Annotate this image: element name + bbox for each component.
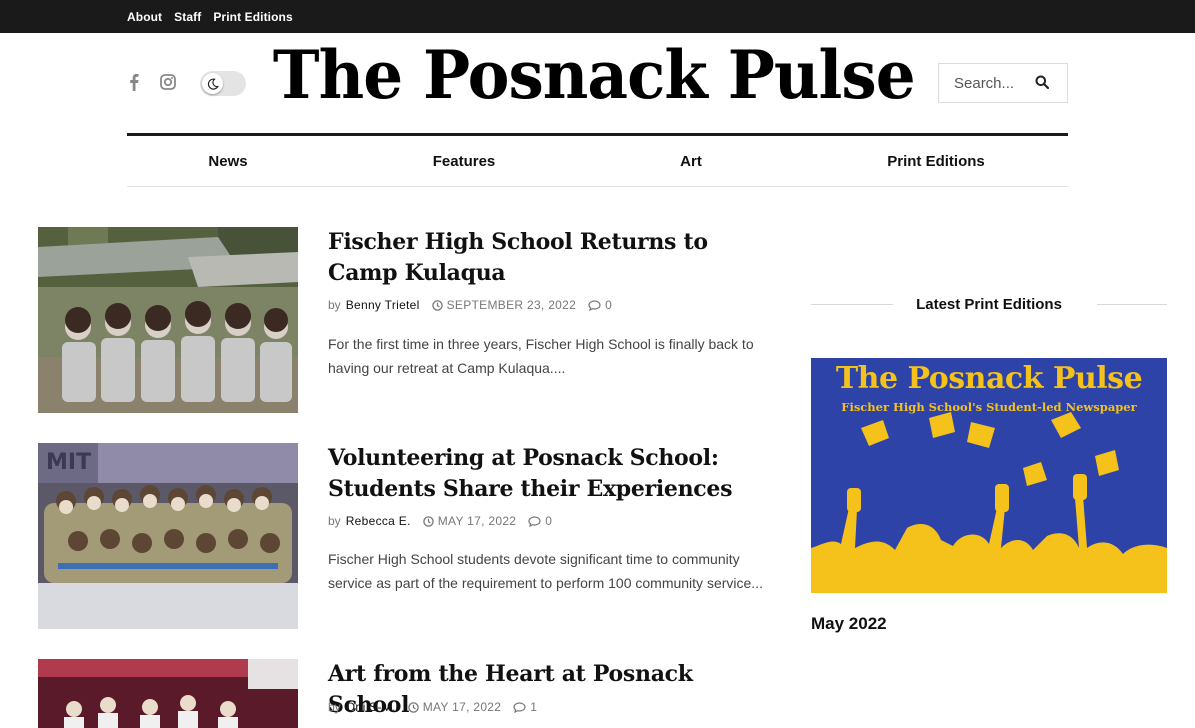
search-icon[interactable] bbox=[1035, 75, 1051, 91]
search-box bbox=[938, 63, 1068, 103]
comment-count-text: 0 bbox=[545, 514, 552, 528]
article-thumbnail[interactable]: MIT bbox=[38, 443, 298, 629]
article-thumbnail[interactable] bbox=[38, 227, 298, 413]
date-text: SEPTEMBER 23, 2022 bbox=[446, 298, 577, 312]
nav-item-features[interactable]: Features bbox=[433, 136, 496, 187]
clock-icon bbox=[422, 515, 434, 527]
comment-count[interactable]: 0 bbox=[528, 514, 552, 528]
top-links: About Staff Print Editions bbox=[127, 0, 293, 33]
author-link[interactable]: Rebecca E. bbox=[346, 514, 411, 528]
article-excerpt: Fischer High School students devote sign… bbox=[328, 551, 763, 591]
clock-icon bbox=[407, 701, 419, 713]
article-meta: by Rebecca E. MAY 17, 2022 0 bbox=[328, 514, 552, 528]
sidebar-section-title: Latest Print Editions bbox=[811, 294, 1167, 316]
date-text: MAY 17, 2022 bbox=[437, 514, 517, 528]
moon-icon bbox=[202, 73, 223, 94]
by-label: by bbox=[328, 514, 341, 528]
comment-icon bbox=[588, 299, 601, 311]
search-input[interactable] bbox=[939, 64, 1035, 102]
svg-text:MIT: MIT bbox=[46, 450, 91, 475]
section-title-text: Latest Print Editions bbox=[916, 296, 1062, 313]
article-thumbnail[interactable] bbox=[38, 659, 298, 728]
edition-label[interactable]: May 2022 bbox=[811, 614, 887, 634]
article-excerpt: For the first time in three years, Fisch… bbox=[328, 336, 754, 376]
nav-item-art[interactable]: Art bbox=[680, 136, 702, 187]
article-title[interactable]: Volunteering at Posnack School: Students… bbox=[328, 443, 778, 505]
author-link[interactable]: Benny Trietel bbox=[346, 298, 420, 312]
article-date[interactable]: MAY 17, 2022 bbox=[407, 700, 502, 714]
comment-icon bbox=[513, 701, 526, 713]
clock-icon bbox=[431, 299, 443, 311]
article-title[interactable]: Fischer High School Returns to Camp Kula… bbox=[328, 227, 778, 289]
social-links bbox=[126, 72, 176, 92]
by-label: by bbox=[328, 298, 341, 312]
article-date[interactable]: SEPTEMBER 23, 2022 bbox=[431, 298, 577, 312]
nav-item-print-editions[interactable]: Print Editions bbox=[887, 136, 985, 187]
article-meta: by Benny Trietel SEPTEMBER 23, 2022 0 bbox=[328, 298, 612, 312]
top-bar: About Staff Print Editions bbox=[0, 0, 1195, 33]
author-link[interactable]: Orli S-M. bbox=[346, 700, 396, 714]
site-logo[interactable]: The Posnack Pulse bbox=[273, 36, 916, 114]
logo-text: The Posnack Pulse bbox=[273, 36, 916, 114]
comment-count[interactable]: 0 bbox=[588, 298, 612, 312]
instagram-icon[interactable] bbox=[160, 72, 176, 92]
top-link-staff[interactable]: Staff bbox=[174, 10, 201, 24]
article-meta: by Orli S-M. MAY 17, 2022 1 bbox=[328, 700, 537, 714]
comment-count-text: 0 bbox=[605, 298, 612, 312]
comment-icon bbox=[528, 515, 541, 527]
comment-count-text: 1 bbox=[530, 700, 537, 714]
main-nav: News Features Art Print Editions bbox=[127, 133, 1068, 187]
dark-mode-toggle[interactable] bbox=[200, 71, 246, 96]
date-text: MAY 17, 2022 bbox=[422, 700, 502, 714]
print-edition-cover[interactable]: The Posnack Pulse Fischer High School's … bbox=[811, 358, 1167, 593]
graduation-illustration bbox=[811, 412, 1167, 593]
by-label: by bbox=[328, 700, 341, 714]
facebook-icon[interactable] bbox=[126, 72, 142, 92]
top-link-about[interactable]: About bbox=[127, 10, 162, 24]
nav-item-news[interactable]: News bbox=[208, 136, 247, 187]
top-link-print-editions[interactable]: Print Editions bbox=[213, 10, 292, 24]
article-date[interactable]: MAY 17, 2022 bbox=[422, 514, 517, 528]
comment-count[interactable]: 1 bbox=[513, 700, 537, 714]
